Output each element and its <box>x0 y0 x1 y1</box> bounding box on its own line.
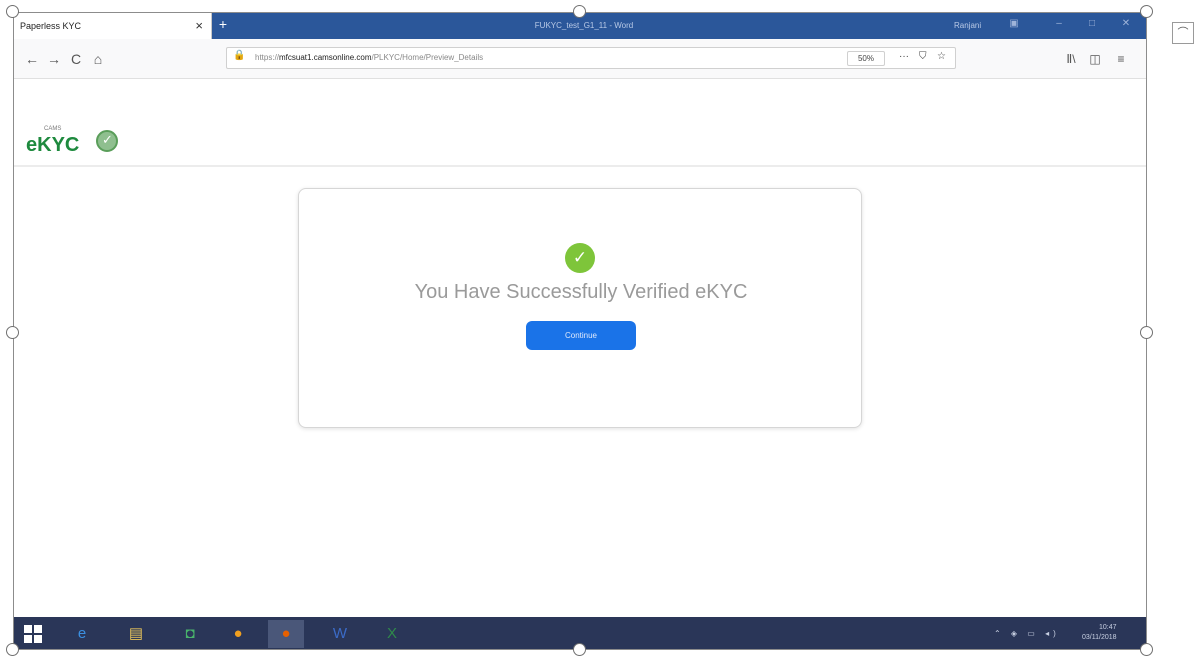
menu-icon[interactable]: ≡ <box>1112 50 1130 68</box>
zoom-level[interactable]: 50% <box>847 51 885 66</box>
success-message: You Have Successfully Verified eKYC <box>414 281 748 303</box>
url-host: mfcsuat1.camsonline.com <box>279 53 372 62</box>
lock-icon: 🔒 <box>233 50 246 61</box>
tab-title: Paperless KYC <box>20 21 82 31</box>
window-user: Ranjani <box>954 21 982 30</box>
taskbar-clock[interactable]: 10:47 03/11/2018 <box>1082 623 1117 643</box>
resize-handle[interactable] <box>573 5 586 18</box>
windows-start-icon[interactable] <box>24 625 42 643</box>
firefox-icon[interactable]: ● <box>268 620 304 648</box>
success-check-icon: ✓ <box>565 243 595 273</box>
minimize-icon[interactable]: – <box>1049 18 1069 29</box>
resize-handle[interactable] <box>1140 643 1153 656</box>
close-tab-icon[interactable]: × <box>195 18 203 33</box>
home-icon[interactable]: ⌂ <box>88 49 108 69</box>
logo-check-badge-icon <box>96 130 118 152</box>
browser-toolbar: ← → C ⌂ 🔒 https://mfcsuat1.camsonline.co… <box>14 39 1146 79</box>
pocket-icon[interactable]: ⛉ <box>919 51 927 62</box>
continue-button[interactable]: Continue <box>526 321 636 350</box>
close-window-icon[interactable]: ✕ <box>1116 18 1136 29</box>
library-icon[interactable]: Ⅱ\ <box>1062 50 1080 68</box>
screenshot-canvas: Paperless KYC × + FUKYC_test_G1_11 - Wor… <box>0 0 1194 661</box>
ribbon-display-icon[interactable]: ▣ <box>1004 18 1024 29</box>
ekyc-logo: CAMS eKYC <box>26 124 126 164</box>
word-icon[interactable]: W <box>322 620 358 648</box>
logo-small-text: CAMS <box>44 126 62 132</box>
header-divider <box>14 165 1146 167</box>
url-prefix: https:// <box>255 53 280 62</box>
window-title: FUKYC_test_G1_11 - Word <box>534 21 634 30</box>
embedded-image-frame[interactable]: Paperless KYC × + FUKYC_test_G1_11 - Wor… <box>13 12 1147 650</box>
excel-icon[interactable]: X <box>374 620 410 648</box>
resize-handle[interactable] <box>1140 5 1153 18</box>
reload-icon[interactable]: C <box>66 49 86 69</box>
forward-icon[interactable]: → <box>44 49 64 69</box>
internet-explorer-icon[interactable]: e <box>64 620 100 648</box>
url-bar[interactable]: 🔒 https://mfcsuat1.camsonline.com/PLKYC/… <box>226 47 956 69</box>
url-text: https://mfcsuat1.camsonline.com/PLKYC/Ho… <box>255 53 483 62</box>
layout-options-icon[interactable]: ⌒ <box>1172 22 1194 44</box>
success-card: ✓ You Have Successfully Verified eKYC Co… <box>298 188 862 428</box>
clock-time: 10:47 <box>1098 624 1117 631</box>
sidebar-icon[interactable]: ◫ <box>1086 50 1104 68</box>
system-tray-icons[interactable]: ⌃ ◈ ▭ ◂) <box>994 629 1060 638</box>
back-icon[interactable]: ← <box>22 49 42 69</box>
resize-handle[interactable] <box>6 5 19 18</box>
bookmark-star-icon[interactable]: ☆ <box>937 51 946 62</box>
web-page-content: CAMS eKYC ✓ You Have Successfully Verifi… <box>14 80 1146 617</box>
maximize-icon[interactable]: □ <box>1082 18 1102 29</box>
chrome-icon[interactable]: ● <box>220 620 256 648</box>
url-path: /PLKYC/Home/Preview_Details <box>371 53 484 62</box>
logo-main-text: eKYC <box>26 134 80 156</box>
resize-handle[interactable] <box>6 643 19 656</box>
resize-handle[interactable] <box>6 326 19 339</box>
resize-handle[interactable] <box>1140 326 1153 339</box>
page-actions-icon[interactable]: ··· <box>899 51 909 62</box>
file-explorer-icon[interactable]: ▤ <box>118 620 154 648</box>
resize-handle[interactable] <box>573 643 586 656</box>
clock-date: 03/11/2018 <box>1082 634 1117 641</box>
store-icon[interactable]: ◘ <box>172 620 208 648</box>
new-tab-icon[interactable]: + <box>214 16 232 32</box>
browser-tab[interactable]: Paperless KYC × <box>14 13 212 39</box>
